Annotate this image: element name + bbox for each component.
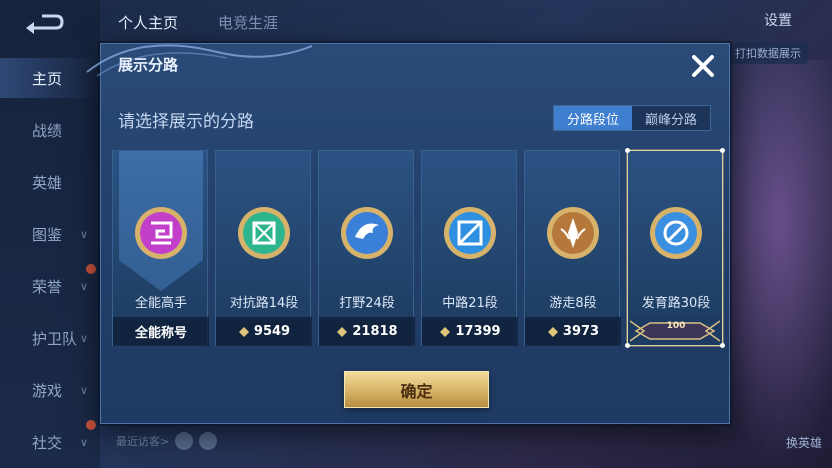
sidebar-item-social[interactable]: 社交 ∨	[0, 422, 100, 462]
sidebar-item-honor[interactable]: 荣誉 ∨	[0, 266, 100, 306]
sidebar-item-label: 主页	[32, 69, 63, 88]
points-icon	[547, 326, 558, 337]
lane-card-jungle[interactable]: 打野24段 21818	[318, 150, 415, 346]
card-points: 17399	[455, 324, 501, 339]
farm-lane-icon	[650, 207, 702, 259]
sidebar-item-label: 游戏	[32, 381, 63, 400]
allround-icon	[135, 207, 187, 259]
sidebar-item-record[interactable]: 战绩	[0, 110, 100, 150]
tab-esports-career[interactable]: 电竞生涯	[218, 12, 278, 33]
sidebar-item-label: 社交	[32, 433, 63, 452]
points-icon	[337, 326, 348, 337]
recent-visitors[interactable]: 最近访客>	[116, 432, 218, 450]
card-name: 对抗路14段	[229, 296, 299, 311]
back-button[interactable]	[22, 10, 66, 38]
chevron-down-icon: ∨	[80, 279, 89, 293]
sidebar-item-guard[interactable]: 护卫队 ∨	[0, 318, 100, 358]
lane-mode-tabs: 分路段位 巅峰分路	[553, 105, 711, 131]
rank-value: 100	[666, 321, 686, 331]
selection-corner	[625, 343, 630, 348]
sidebar-item-codex[interactable]: 图鉴 ∨	[0, 214, 100, 254]
roam-icon	[547, 207, 599, 259]
card-footer: 9549	[216, 317, 312, 346]
sidebar-item-game[interactable]: 游戏 ∨	[0, 370, 100, 410]
selection-corner	[720, 343, 725, 348]
dialog-title: 展示分路	[118, 56, 179, 74]
avatar[interactable]	[199, 432, 218, 450]
sidebar-item-label: 护卫队	[32, 329, 78, 348]
card-name: 游走8段	[549, 296, 597, 311]
card-name: 全能高手	[134, 296, 187, 311]
lane-card-clash[interactable]: 对抗路14段 9549	[215, 150, 312, 346]
lane-card-roam[interactable]: 游走8段 3973	[524, 150, 621, 346]
points-icon	[238, 326, 249, 337]
sidebar-item-label: 英雄	[32, 173, 63, 192]
points-icon	[440, 326, 451, 337]
chevron-down-icon: ∨	[80, 435, 89, 449]
title-swirl-decoration	[86, 44, 313, 77]
lane-card-farm[interactable]: 发育路30段 100	[625, 148, 725, 348]
tab-peak-lane[interactable]: 巅峰分路	[632, 106, 710, 130]
notification-dot	[86, 420, 96, 430]
card-name: 发育路30段	[641, 296, 711, 311]
card-name: 中路21段	[442, 296, 498, 311]
card-footer: 21818	[319, 317, 415, 346]
settings-button[interactable]: 设置	[764, 10, 792, 30]
card-points: 21818	[352, 324, 398, 339]
chevron-down-icon: ∨	[80, 331, 89, 345]
chevron-down-icon: ∨	[80, 227, 89, 241]
data-display-button[interactable]: 打扣数据展示	[728, 42, 808, 64]
card-footer-label: 全能称号	[134, 326, 187, 341]
back-arrow-icon	[26, 14, 64, 34]
confirm-button[interactable]: 确定	[344, 371, 489, 408]
lane-card-mid[interactable]: 中路21段 17399	[421, 150, 518, 346]
top-tabs: 个人主页 电竞生涯	[118, 12, 278, 33]
close-icon	[692, 55, 714, 77]
card-points: 3973	[562, 324, 600, 339]
lane-display-dialog: 展示分路 请选择展示的分路 分路段位 巅峰分路 全能高手 全能称号 对抗路14段…	[86, 43, 730, 424]
mid-lane-icon	[444, 207, 496, 259]
close-button[interactable]	[687, 50, 719, 82]
jungle-icon	[341, 207, 393, 259]
sidebar-item-label: 图鉴	[32, 225, 63, 244]
sidebar-item-label: 战绩	[32, 121, 63, 140]
clash-lane-icon	[238, 207, 290, 259]
card-footer: 3973	[525, 317, 621, 346]
recent-visitors-label: 最近访客>	[116, 435, 170, 448]
sidebar-item-label: 荣誉	[32, 277, 63, 296]
lane-card-allround[interactable]: 全能高手 全能称号	[112, 150, 209, 346]
notification-dot	[86, 264, 96, 274]
avatar[interactable]	[175, 432, 194, 450]
dialog-subtitle: 请选择展示的分路	[118, 112, 254, 132]
tab-lane-rank[interactable]: 分路段位	[554, 106, 632, 130]
card-name: 打野24段	[339, 296, 395, 311]
selection-corner	[720, 148, 725, 153]
card-footer: 全能称号	[113, 317, 209, 346]
selection-corner	[625, 148, 630, 153]
card-points: 9549	[253, 324, 291, 339]
change-hero-button[interactable]: 换英雄	[786, 434, 822, 451]
sidebar-item-heroes[interactable]: 英雄	[0, 162, 100, 202]
card-footer: 17399	[422, 317, 518, 346]
chevron-down-icon: ∨	[80, 383, 89, 397]
tab-profile[interactable]: 个人主页	[118, 12, 178, 33]
